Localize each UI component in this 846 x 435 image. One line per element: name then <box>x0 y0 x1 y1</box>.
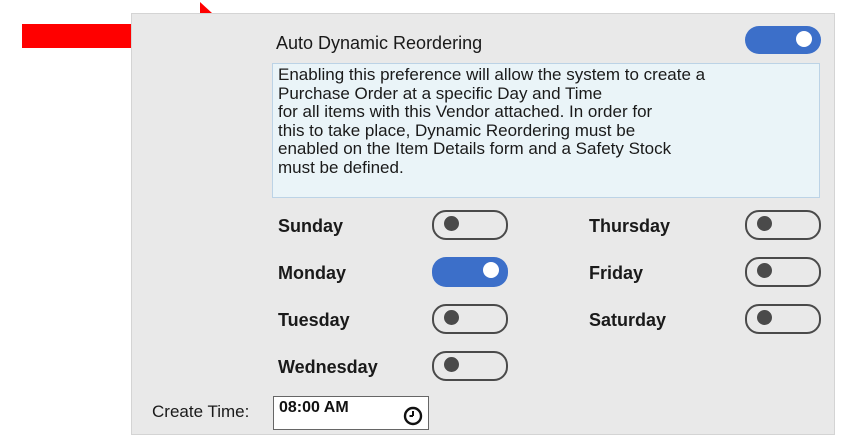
toggle-knob <box>444 310 459 325</box>
toggle-friday[interactable] <box>745 257 821 287</box>
day-label-friday: Friday <box>589 263 644 283</box>
create-time-value: 08:00 AM <box>279 399 349 416</box>
toggle-wednesday[interactable] <box>432 351 508 381</box>
toggle-knob <box>444 357 459 372</box>
day-label-tuesday: Tuesday <box>278 310 350 330</box>
day-label-saturday: Saturday <box>589 310 667 330</box>
auto-reorder-title: Auto Dynamic Reordering <box>276 33 483 53</box>
description-line: Enabling this preference will allow the … <box>278 65 706 84</box>
clock-icon[interactable] <box>403 406 423 426</box>
description-line: for all items with this Vendor attached.… <box>278 102 653 122</box>
toggle-sunday[interactable] <box>432 210 508 240</box>
create-time-label: Create Time: <box>152 402 250 421</box>
toggle-monday[interactable] <box>432 257 508 287</box>
day-label-wednesday: Wednesday <box>278 357 378 377</box>
toggle-knob <box>757 310 772 325</box>
description-box: Enabling this preference will allow the … <box>272 63 820 198</box>
day-label-sunday: Sunday <box>278 216 344 236</box>
description-line: Purchase Order at a specific Day and Tim… <box>278 83 603 103</box>
toggle-knob <box>757 263 772 278</box>
description-line: enabled on the Item Details form and a S… <box>278 139 672 159</box>
toggle-knob <box>757 216 772 231</box>
create-time-input[interactable]: 08:00 AM <box>273 396 429 430</box>
toggle-knob <box>483 262 499 278</box>
description-line: this to take place, Dynamic Reordering m… <box>278 120 636 140</box>
toggle-tuesday[interactable] <box>432 304 508 334</box>
toggle-thursday[interactable] <box>745 210 821 240</box>
day-label-thursday: Thursday <box>589 216 671 236</box>
description-line: must be defined. <box>278 157 404 177</box>
toggle-knob <box>444 216 459 231</box>
day-label-monday: Monday <box>278 263 347 283</box>
toggle-knob <box>796 31 812 47</box>
toggle-saturday[interactable] <box>745 304 821 334</box>
auto-reorder-toggle[interactable] <box>745 26 821 54</box>
